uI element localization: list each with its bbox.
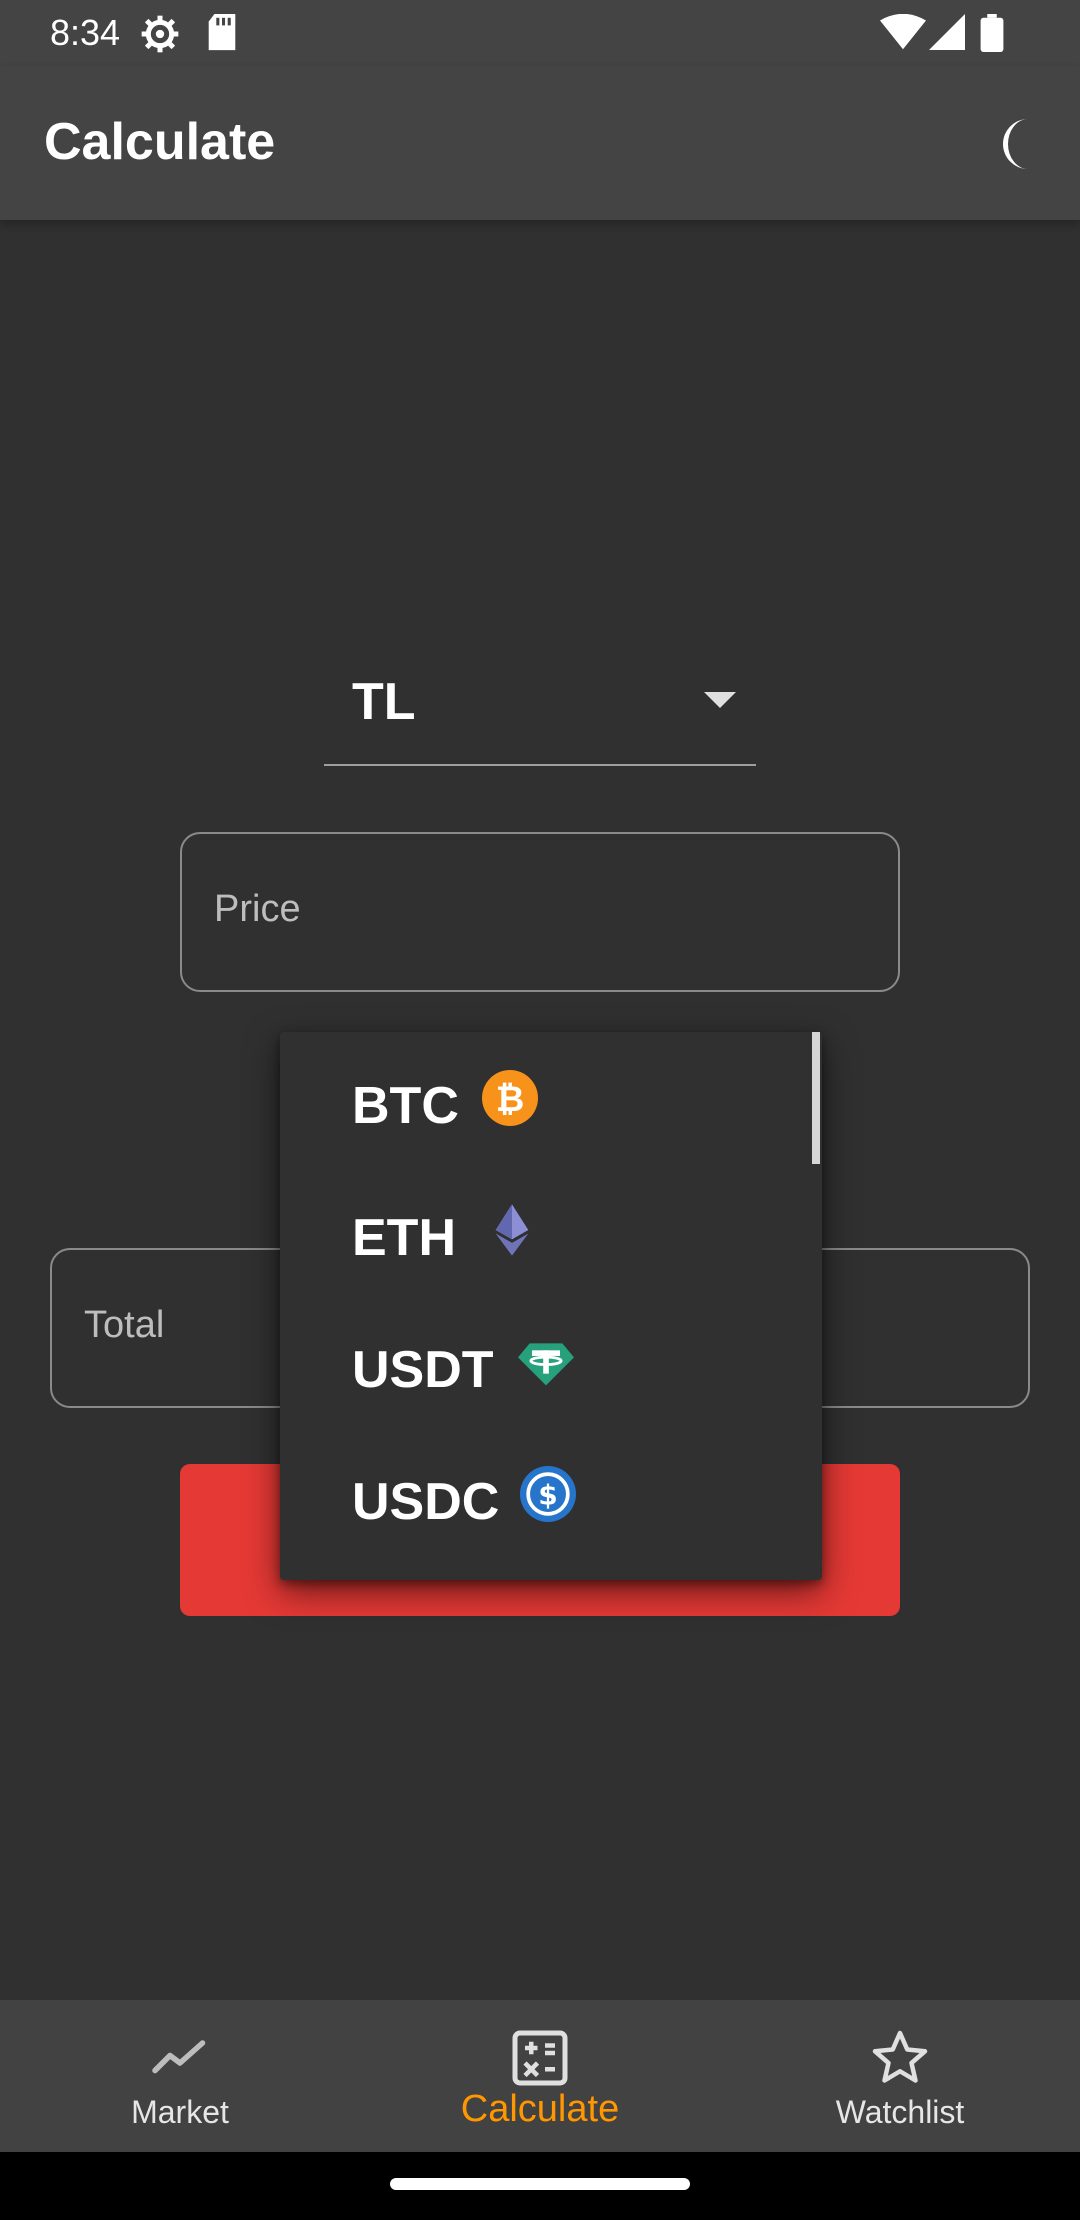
status-time: 8:34 — [50, 12, 121, 53]
app-bar: Calculate — [0, 66, 1080, 220]
ethereum-icon — [495, 1204, 529, 1256]
svg-text:₿: ₿ — [496, 1080, 525, 1120]
page-title: Calculate — [44, 113, 276, 171]
signal-icon — [929, 14, 965, 50]
usdc-icon: $ — [520, 1466, 576, 1522]
currency-select[interactable]: TL — [324, 660, 756, 766]
dropdown-scrollbar[interactable] — [812, 1032, 820, 1164]
settings-gear-icon — [141, 15, 179, 53]
dropdown-item-label: USDT — [352, 1341, 494, 1399]
crypto-dropdown-menu: BTC ₿ ETH USDT USDC $ — [280, 1032, 822, 1580]
tether-icon — [518, 1343, 574, 1386]
nav-item-market[interactable]: Market — [0, 2000, 360, 2152]
calculator-icon — [512, 2030, 568, 2086]
sd-card-icon — [208, 14, 236, 51]
dropdown-item-label: BTC — [352, 1077, 459, 1135]
dropdown-item-eth[interactable]: ETH — [280, 1164, 812, 1296]
bottom-navigation: Market Calculate Watchlist — [0, 2000, 1080, 2152]
dropdown-item-usdc[interactable]: USDC $ — [280, 1428, 812, 1560]
dropdown-item-label: ETH — [352, 1209, 456, 1267]
dropdown-item-usdt[interactable]: USDT — [280, 1296, 812, 1428]
home-gesture-handle[interactable] — [390, 2178, 690, 2190]
dropdown-arrow-icon — [704, 692, 736, 708]
battery-icon — [980, 14, 1004, 52]
price-placeholder: Price — [214, 888, 301, 930]
status-bar: 8:34 — [0, 0, 1080, 66]
nav-label-watchlist: Watchlist — [835, 2094, 965, 2130]
currency-selected-value: TL — [352, 673, 416, 731]
bitcoin-icon: ₿ — [482, 1070, 538, 1126]
moon-icon[interactable] — [988, 114, 1048, 174]
trending-line-icon — [152, 2040, 206, 2074]
nav-label-market: Market — [131, 2094, 229, 2130]
price-input[interactable]: Price — [180, 832, 900, 992]
gesture-navigation-bar — [0, 2152, 1080, 2220]
svg-text:$: $ — [538, 1479, 557, 1512]
nav-label-calculate: Calculate — [460, 2088, 620, 2130]
dropdown-item-btc[interactable]: BTC ₿ — [280, 1032, 812, 1164]
nav-item-calculate[interactable]: Calculate — [360, 2000, 720, 2152]
wifi-icon — [880, 14, 926, 50]
dropdown-item-label: USDC — [352, 1473, 500, 1531]
total-placeholder: Total — [84, 1304, 165, 1346]
star-outline-icon — [872, 2030, 928, 2083]
nav-item-watchlist[interactable]: Watchlist — [720, 2000, 1080, 2152]
